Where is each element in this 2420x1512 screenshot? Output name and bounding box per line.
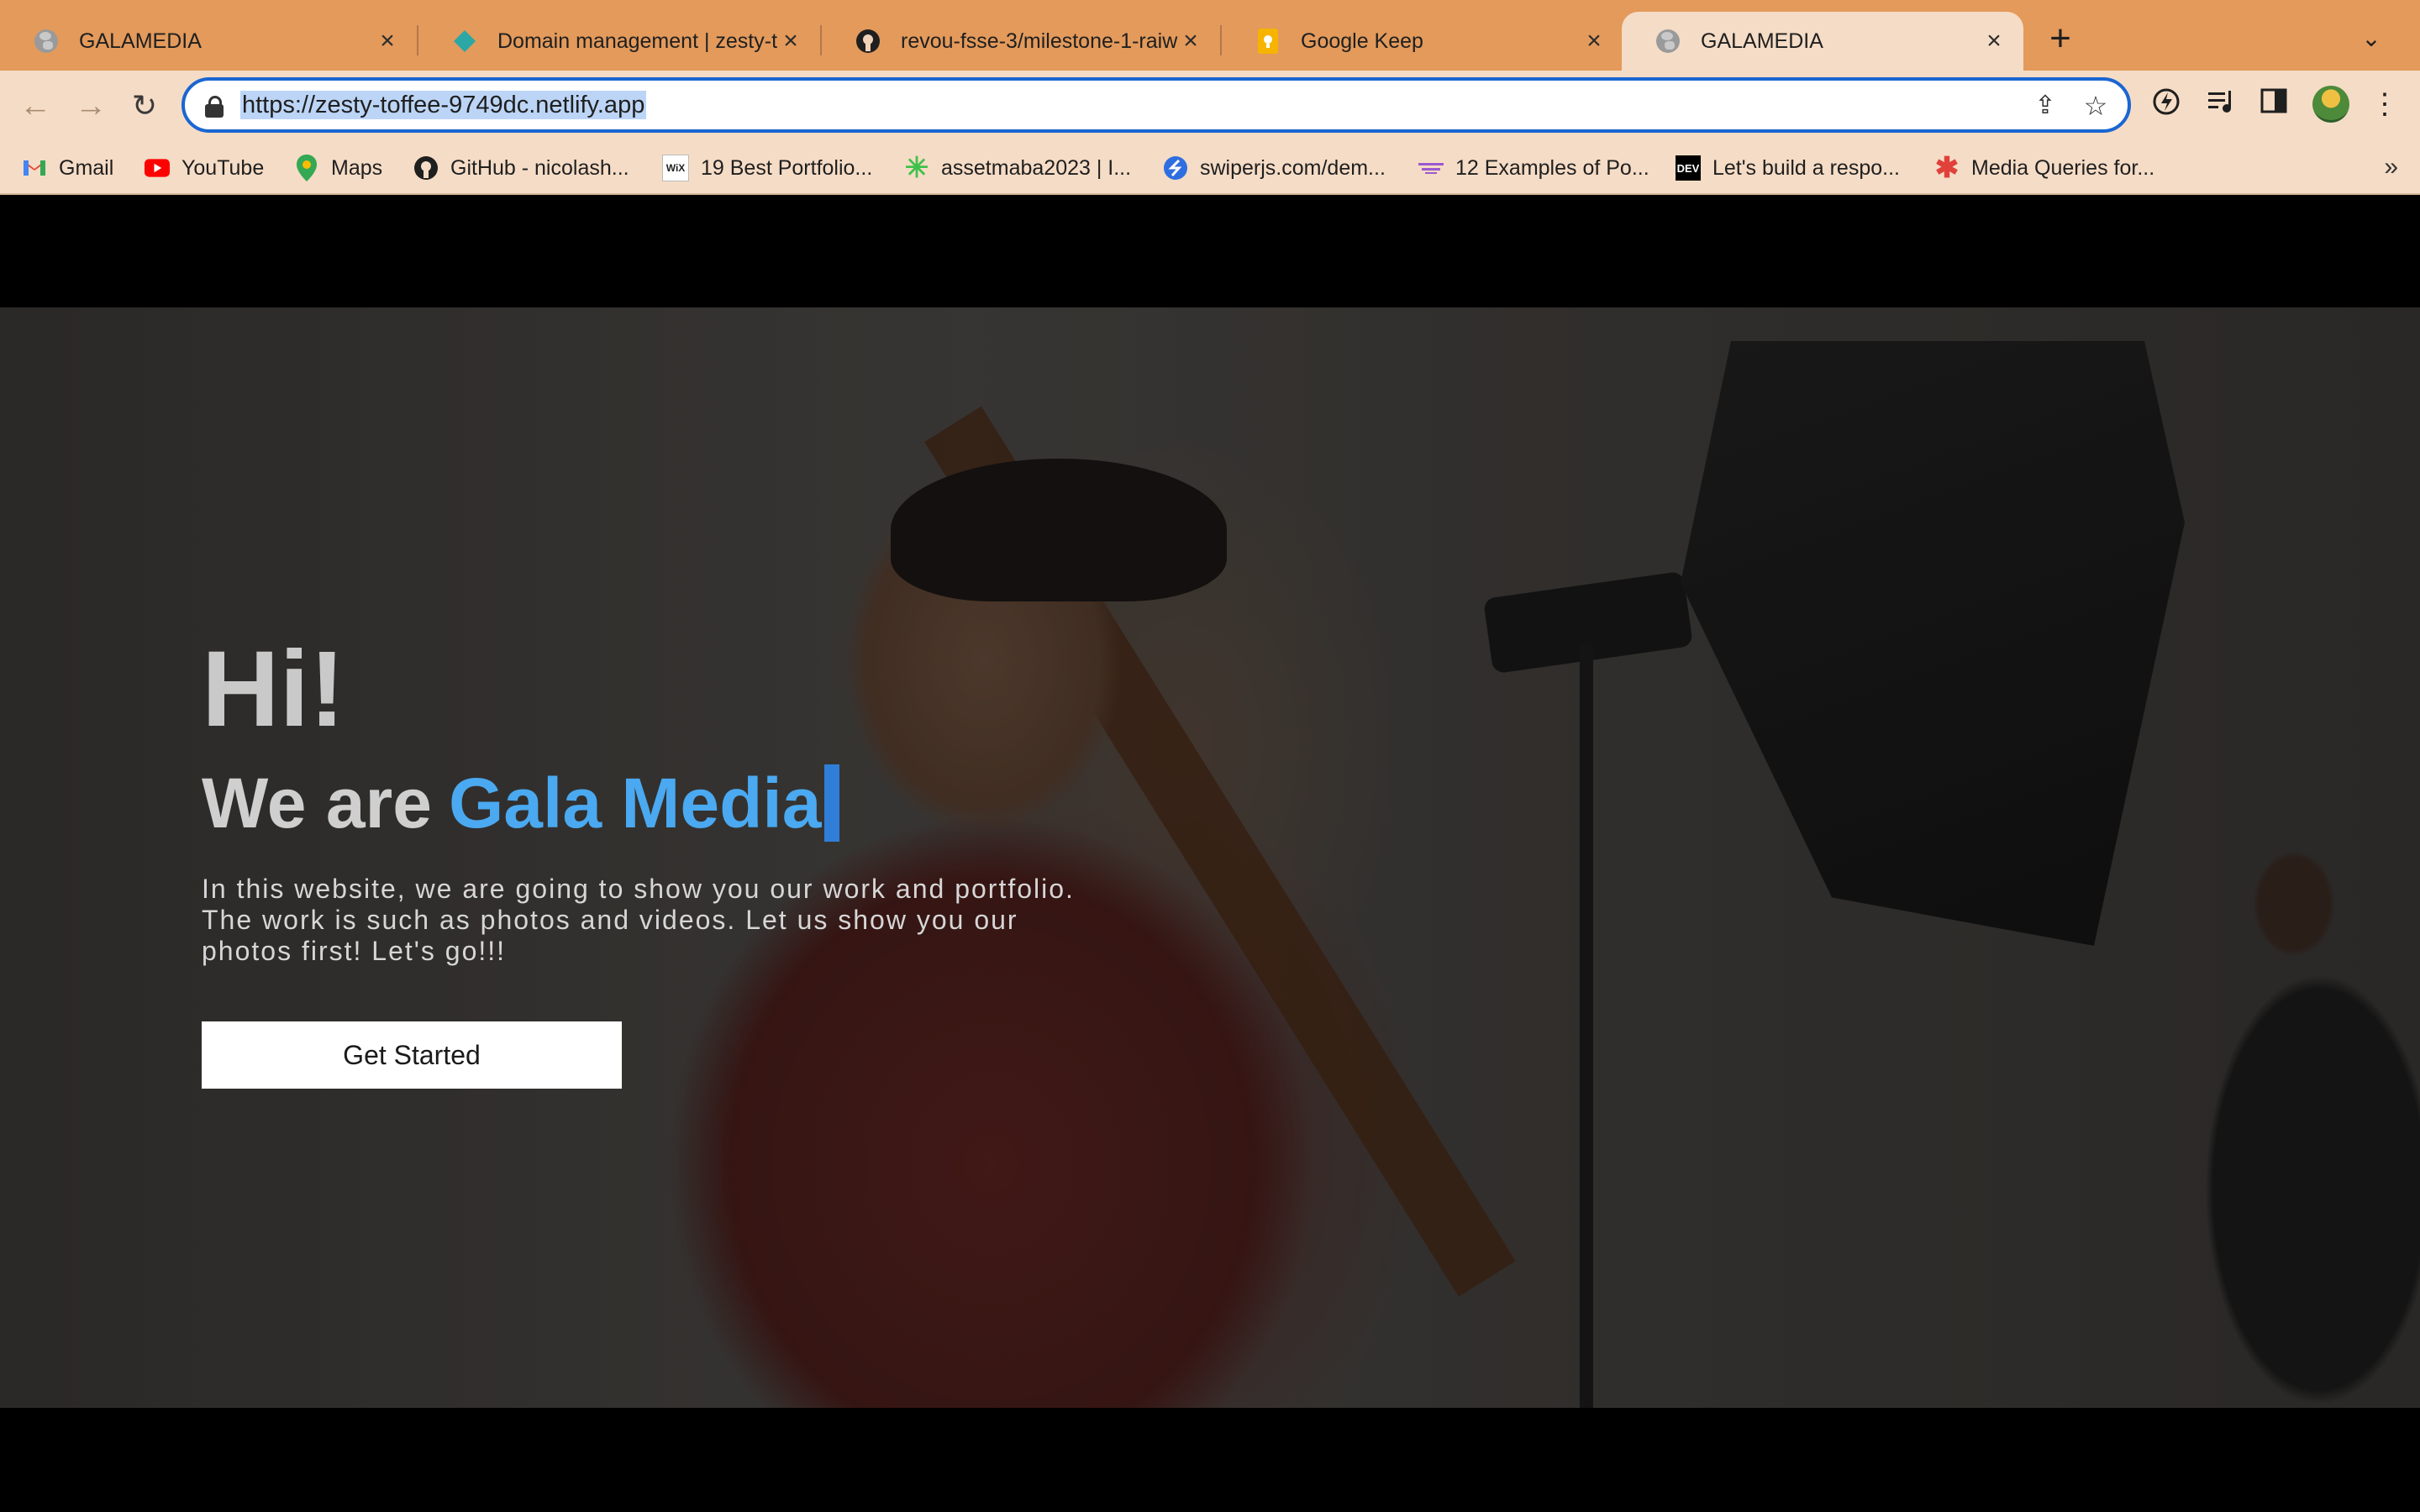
bookmark-label: swiperjs.com/dem... — [1200, 155, 1386, 180]
bookmarks-bar: Gmail YouTube Maps GitHub - nicolash... … — [0, 141, 2420, 195]
address-bar[interactable]: https://zesty-toffee-9749dc.netlify.app … — [182, 77, 2131, 133]
share-icon[interactable]: ⇪ — [2030, 91, 2060, 121]
get-started-button[interactable]: Get Started — [202, 1021, 622, 1089]
headline-brand: Gala Media — [448, 764, 822, 843]
bookmark-dev[interactable]: DEV Let's build a respo... — [1676, 153, 1900, 183]
tab-strip: GALAMEDIA × Domain management | zesty-t … — [0, 0, 2420, 71]
bookmark-label: assetmaba2023 | I... — [941, 155, 1132, 180]
hero-dark-overlay — [0, 307, 2420, 1408]
maps-icon — [294, 155, 319, 181]
url-input[interactable]: https://zesty-toffee-9749dc.netlify.app — [240, 91, 647, 119]
bookmark-youtube[interactable]: YouTube — [145, 153, 264, 183]
bookmark-assetmaba[interactable]: ✳ assetmaba2023 | I... — [904, 152, 1132, 184]
web-page: Hi! We are Gala Media In this website, w… — [0, 195, 2420, 1512]
new-tab-button[interactable]: + — [2042, 20, 2079, 57]
extension-icon[interactable] — [2149, 87, 2183, 121]
reload-button[interactable]: ↻ — [126, 87, 163, 124]
bookmark-label: Gmail — [59, 155, 114, 180]
examples-icon — [1418, 155, 1444, 181]
github-icon — [855, 29, 881, 54]
tab-galamedia-active[interactable]: GALAMEDIA × — [1622, 12, 2023, 71]
back-button[interactable]: ← — [17, 87, 54, 124]
forward-button[interactable]: → — [72, 87, 109, 124]
github-icon — [413, 155, 439, 181]
hero-intro: In this website, we are going to show yo… — [202, 874, 1075, 966]
bookmark-label: 12 Examples of Po... — [1455, 155, 1649, 180]
bookmark-label: Let's build a respo... — [1712, 155, 1900, 180]
gmail-icon — [22, 155, 47, 181]
bookmarks-overflow-icon[interactable]: » — [2384, 153, 2398, 181]
close-icon[interactable]: × — [1581, 27, 1607, 55]
bookmark-gmail[interactable]: Gmail — [22, 153, 113, 183]
bookmark-label: YouTube — [182, 155, 265, 180]
asset-icon: ✳ — [904, 152, 929, 184]
bookmark-label: Media Queries for... — [1971, 155, 2155, 180]
asterisk-icon: ✱ — [1934, 152, 1960, 184]
bookmark-media-queries[interactable]: ✱ Media Queries for... — [1934, 152, 2155, 184]
hero-section: Hi! We are Gala Media In this website, w… — [0, 307, 2420, 1408]
wix-icon: WiX — [662, 155, 689, 181]
tab-title: Google Keep — [1301, 29, 1423, 53]
bookmark-wix[interactable]: WiX 19 Best Portfolio... — [662, 153, 872, 183]
netlify-icon — [452, 29, 477, 54]
headline-prefix: We are — [202, 764, 432, 843]
bookmark-swiperjs[interactable]: swiperjs.com/dem... — [1163, 153, 1386, 183]
profile-avatar[interactable] — [2312, 86, 2349, 123]
keep-icon — [1255, 29, 1281, 54]
bookmark-label: GitHub - nicolash... — [450, 155, 629, 180]
bookmark-label: Maps — [331, 155, 383, 180]
close-icon[interactable]: × — [375, 27, 400, 55]
swiper-icon — [1163, 155, 1188, 181]
youtube-icon — [145, 155, 170, 181]
kebab-menu-icon[interactable]: ⋮ — [2368, 87, 2402, 121]
globe-icon — [34, 29, 59, 54]
side-panel-icon[interactable] — [2257, 87, 2291, 121]
tab-title: GALAMEDIA — [1701, 29, 1823, 53]
tab-domain-management[interactable]: Domain management | zesty-t × — [418, 12, 820, 71]
star-icon[interactable]: ☆ — [2081, 91, 2111, 121]
tab-title: GALAMEDIA — [79, 29, 202, 53]
hero-headline: We are Gala Media — [202, 761, 840, 845]
tab-galamedia-1[interactable]: GALAMEDIA × — [0, 12, 417, 71]
hero-greeting: Hi! — [202, 629, 345, 749]
tab-title: revou-fsse-3/milestone-1-raiw — [901, 29, 1178, 53]
chevron-down-icon[interactable]: ⌄ — [2353, 20, 2390, 57]
tab-title: Domain management | zesty-t — [497, 29, 778, 53]
bookmark-examples[interactable]: 12 Examples of Po... — [1418, 153, 1649, 183]
close-icon[interactable]: × — [778, 27, 803, 55]
bookmark-label: 19 Best Portfolio... — [701, 155, 873, 180]
lock-icon[interactable] — [205, 96, 224, 118]
dev-icon: DEV — [1676, 155, 1701, 181]
bookmark-maps[interactable]: Maps — [294, 153, 382, 183]
media-control-icon[interactable] — [2205, 87, 2238, 121]
typing-cursor — [824, 764, 840, 842]
tab-github-repo[interactable]: revou-fsse-3/milestone-1-raiw × — [822, 12, 1220, 71]
bookmark-github[interactable]: GitHub - nicolash... — [413, 153, 629, 183]
tab-google-keep[interactable]: Google Keep × — [1222, 12, 1623, 71]
globe-icon — [1655, 29, 1681, 54]
close-icon[interactable]: × — [1981, 27, 2007, 55]
close-icon[interactable]: × — [1178, 27, 1203, 55]
